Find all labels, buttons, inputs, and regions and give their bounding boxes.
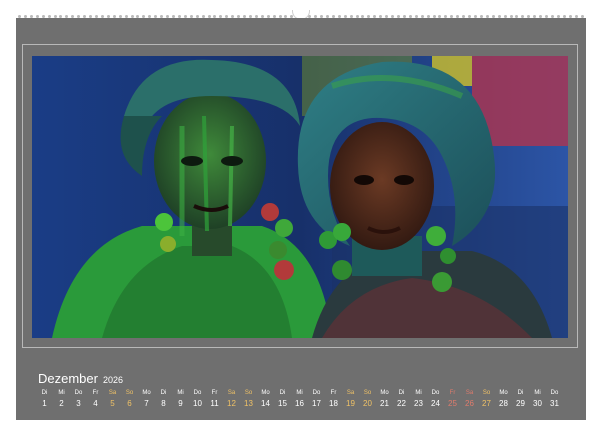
weekday-label: Sa xyxy=(108,390,117,396)
day-cell: Fr 18 xyxy=(325,389,342,411)
day-cell: Fr 25 xyxy=(444,389,461,411)
weekday-label: Di xyxy=(160,390,167,396)
day-cell: Mo 14 xyxy=(257,389,274,411)
day-cell: Fr 11 xyxy=(206,389,223,411)
day-cell: Do 3 xyxy=(70,389,87,411)
weekday-label: Mi xyxy=(177,390,184,396)
day-number: 18 xyxy=(329,399,338,408)
weekday-label: Mo xyxy=(380,390,389,396)
day-number: 10 xyxy=(193,399,202,408)
day-cell: So 13 xyxy=(240,389,257,411)
day-cell: Mi 2 xyxy=(53,389,70,411)
day-number: 8 xyxy=(161,399,166,408)
day-cell: Sa 12 xyxy=(223,389,240,411)
weekday-label: Do xyxy=(193,390,202,396)
weekday-label: Di xyxy=(517,390,524,396)
day-cell: So 27 xyxy=(478,389,495,411)
day-cell: Sa 26 xyxy=(461,389,478,411)
day-number: 3 xyxy=(76,399,81,408)
day-cell: Do 24 xyxy=(427,389,444,411)
day-number: 24 xyxy=(431,399,440,408)
weekday-label: Mo xyxy=(261,390,270,396)
weekday-label: Fr xyxy=(449,390,456,396)
weekday-label: Do xyxy=(74,390,83,396)
day-cell: Mi 9 xyxy=(172,389,189,411)
day-cell: Mo 7 xyxy=(138,389,155,411)
weekday-label: Do xyxy=(431,390,440,396)
weekday-label: So xyxy=(363,390,372,396)
weekday-label: Sa xyxy=(346,390,355,396)
day-number: 1 xyxy=(42,399,47,408)
day-number: 31 xyxy=(550,399,559,408)
day-number: 30 xyxy=(533,399,542,408)
weekday-label: So xyxy=(244,390,253,396)
day-number: 12 xyxy=(227,399,236,408)
day-number: 15 xyxy=(278,399,287,408)
day-cell: Di 8 xyxy=(155,389,172,411)
day-cell: Do 10 xyxy=(189,389,206,411)
weekday-label: Mi xyxy=(534,390,541,396)
weekday-label: Fr xyxy=(211,390,218,396)
weekday-label: Di xyxy=(398,390,405,396)
weekday-label: Mo xyxy=(142,390,151,396)
day-number: 5 xyxy=(110,399,115,408)
day-cell: Sa 5 xyxy=(104,389,121,411)
day-number: 22 xyxy=(397,399,406,408)
day-number: 29 xyxy=(516,399,525,408)
day-number: 25 xyxy=(448,399,457,408)
day-cell: Mo 28 xyxy=(495,389,512,411)
day-cell: So 6 xyxy=(121,389,138,411)
day-number: 14 xyxy=(261,399,270,408)
weekday-label: Di xyxy=(279,390,286,396)
day-number: 23 xyxy=(414,399,423,408)
weekday-label: Mi xyxy=(415,390,422,396)
day-number: 27 xyxy=(482,399,491,408)
day-number: 11 xyxy=(210,399,219,408)
day-cell: Mi 30 xyxy=(529,389,546,411)
day-number: 6 xyxy=(127,399,132,408)
day-cell: Fr 4 xyxy=(87,389,104,411)
day-cell: Di 22 xyxy=(393,389,410,411)
day-cell: So 20 xyxy=(359,389,376,411)
weekday-label: Mi xyxy=(296,390,303,396)
day-number: 2 xyxy=(59,399,64,408)
day-row: Di 1 Mi 2 Do 3 Fr 4 Sa 5 So 6 Mo 7 Di 8 Mi 9 Do 10 Fr 11 Sa 12 S… xyxy=(38,389,568,413)
calendar-grid: Dezember 2026 Di 1 Mi 2 Do 3 Fr 4 Sa 5 So 6 Mo 7 Di 8 Mi… xyxy=(38,371,568,413)
weekday-label: Sa xyxy=(465,390,474,396)
weekday-label: Do xyxy=(550,390,559,396)
day-number: 7 xyxy=(144,399,149,408)
day-number: 19 xyxy=(346,399,355,408)
day-cell: Di 15 xyxy=(274,389,291,411)
day-number: 4 xyxy=(93,399,98,408)
day-number: 9 xyxy=(178,399,183,408)
day-number: 21 xyxy=(380,399,389,408)
day-cell: Do 31 xyxy=(546,389,563,411)
day-number: 20 xyxy=(363,399,372,408)
weekday-label: Do xyxy=(312,390,321,396)
month-label: Dezember xyxy=(38,371,98,386)
weekday-label: Fr xyxy=(330,390,337,396)
day-cell: Mo 21 xyxy=(376,389,393,411)
day-cell: Mi 23 xyxy=(410,389,427,411)
day-number: 16 xyxy=(295,399,304,408)
weekday-label: Sa xyxy=(227,390,236,396)
weekday-label: Di xyxy=(41,390,48,396)
day-number: 28 xyxy=(499,399,508,408)
day-cell: Di 29 xyxy=(512,389,529,411)
day-cell: Sa 19 xyxy=(342,389,359,411)
weekday-label: Mo xyxy=(499,390,508,396)
year-label: 2026 xyxy=(102,375,123,385)
day-cell: Di 1 xyxy=(36,389,53,411)
day-number: 17 xyxy=(312,399,321,408)
day-number: 26 xyxy=(465,399,474,408)
weekday-label: Fr xyxy=(92,390,99,396)
weekday-label: So xyxy=(482,390,491,396)
day-cell: Mi 16 xyxy=(291,389,308,411)
weekday-label: So xyxy=(125,390,134,396)
weekday-label: Mi xyxy=(58,390,65,396)
calendar-photo xyxy=(32,56,568,338)
day-cell: Do 17 xyxy=(308,389,325,411)
day-number: 13 xyxy=(244,399,253,408)
